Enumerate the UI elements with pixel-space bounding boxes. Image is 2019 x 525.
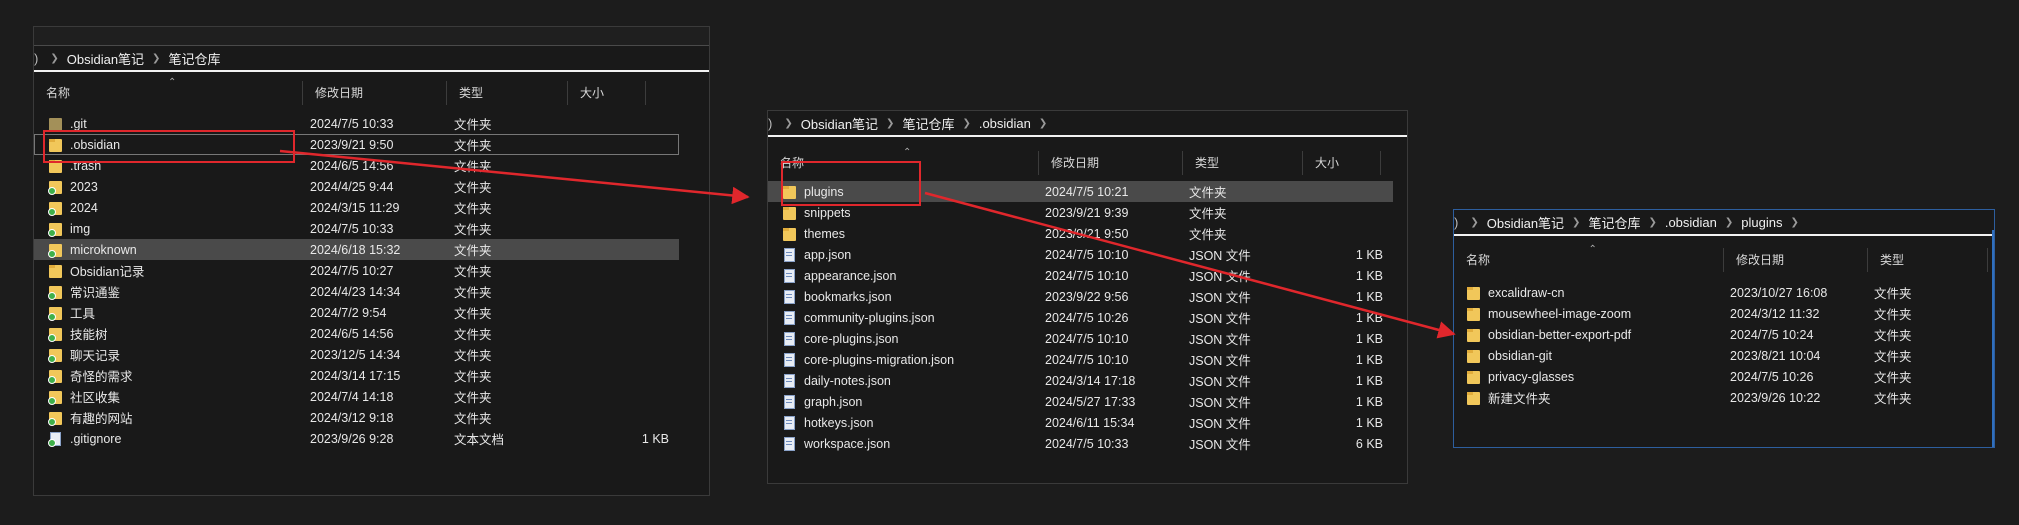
arrow-plugins-to-window3 (924, 191, 1456, 339)
arrows-overlay (279, 149, 1456, 339)
arrow-obsidian-to-window2 (279, 149, 750, 205)
